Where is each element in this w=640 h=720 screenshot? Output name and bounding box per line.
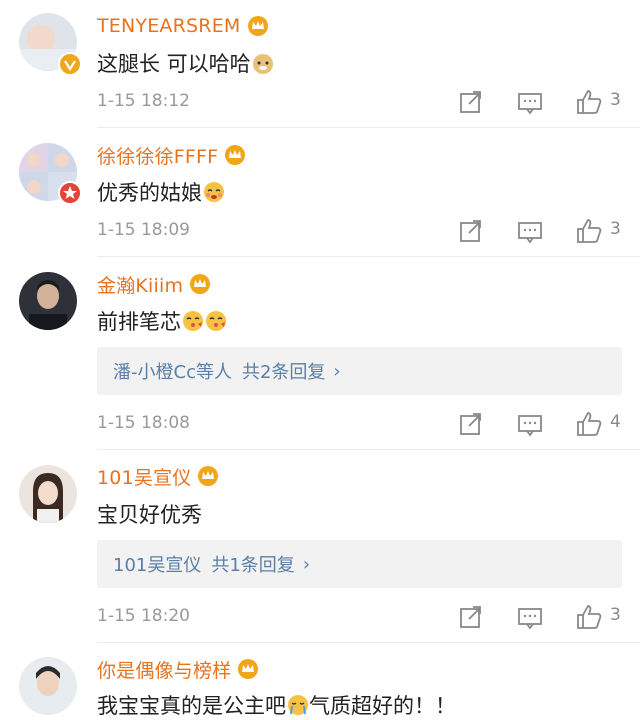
share-icon[interactable] <box>458 87 484 117</box>
avatar[interactable] <box>19 657 77 715</box>
comment-text: 宝贝好优秀 <box>97 499 202 529</box>
comment-text: 我宝宝真的是公主吧 气质超好的！！ <box>97 690 456 720</box>
comment-text: 这腿长 可以哈哈 <box>97 48 274 78</box>
comment-actions: 3 <box>0 602 640 632</box>
chevron-right-icon: › <box>302 553 311 575</box>
username-row: 徐徐徐徐FFFF <box>97 141 246 169</box>
kiss-emoji <box>183 311 203 331</box>
doge-emoji <box>252 54 273 74</box>
crown-icon <box>238 659 259 679</box>
reply-preview[interactable]: 101吴宣仪 共1条回复 › <box>97 540 622 588</box>
comment-text-tail: 气质超好的！！ <box>309 694 456 718</box>
reply-users[interactable]: 101吴宣仪 <box>113 551 201 577</box>
username[interactable]: 徐徐徐徐FFFF <box>97 142 218 169</box>
username-row: 101吴宣仪 <box>97 462 219 490</box>
reply-count[interactable]: 共1条回复 <box>211 551 294 577</box>
like-count: 3 <box>610 90 621 110</box>
username[interactable]: 101吴宣仪 <box>97 463 191 490</box>
crown-icon <box>247 16 268 36</box>
comment-actions: 3 <box>0 87 640 117</box>
avatar[interactable] <box>19 465 77 523</box>
reply-users[interactable]: 潘-小橙Cc等人 <box>113 358 232 384</box>
comment-icon[interactable] <box>517 87 543 117</box>
chevron-right-icon: › <box>333 360 341 382</box>
comment-text-body: 宝贝好优秀 <box>97 503 202 527</box>
username[interactable]: 你是偶像与榜样 <box>97 656 231 683</box>
like-icon[interactable] <box>575 216 603 246</box>
crown-icon <box>190 274 211 294</box>
crown-icon <box>225 145 246 165</box>
star-badge <box>58 181 82 205</box>
like-icon[interactable] <box>575 87 603 117</box>
comment-text-body: 这腿长 可以哈哈 <box>97 52 251 76</box>
like-count: 3 <box>610 605 621 625</box>
like-count: 4 <box>610 412 621 432</box>
reply-count[interactable]: 共2条回复 <box>242 358 325 384</box>
shy-emoji <box>204 182 224 202</box>
divider <box>97 256 640 257</box>
comment-actions: 3 <box>0 216 640 246</box>
share-icon[interactable] <box>458 602 484 632</box>
share-icon[interactable] <box>458 409 484 439</box>
comment-text-body: 我宝宝真的是公主吧 <box>97 694 286 718</box>
verified-badge <box>58 52 82 76</box>
comment-text-body: 前排笔芯 <box>97 310 181 334</box>
username[interactable]: TENYEARSREM <box>97 15 241 37</box>
kiss-emoji <box>206 311 226 331</box>
like-icon[interactable] <box>575 602 603 632</box>
like-count: 3 <box>610 219 621 239</box>
avatar[interactable] <box>19 272 77 330</box>
username-row: 金瀚Kiiim <box>97 270 211 298</box>
comment-icon[interactable] <box>517 409 543 439</box>
comment-text-body: 优秀的姑娘 <box>97 181 202 205</box>
comment-icon[interactable] <box>517 216 543 246</box>
username-row: TENYEARSREM <box>97 12 269 40</box>
comment-text: 前排笔芯 <box>97 306 227 336</box>
reply-preview[interactable]: 潘-小橙Cc等人 共2条回复 › <box>97 347 622 395</box>
cry-emoji <box>288 695 308 715</box>
share-icon[interactable] <box>458 216 484 246</box>
comment-icon[interactable] <box>517 602 543 632</box>
comment-text: 优秀的姑娘 <box>97 177 225 207</box>
like-icon[interactable] <box>575 409 603 439</box>
divider <box>97 449 640 450</box>
username-row: 你是偶像与榜样 <box>97 655 259 683</box>
crown-icon <box>198 466 219 486</box>
divider <box>97 127 640 128</box>
comment-actions: 4 <box>0 409 640 439</box>
divider <box>97 642 640 643</box>
username[interactable]: 金瀚Kiiim <box>97 271 183 298</box>
